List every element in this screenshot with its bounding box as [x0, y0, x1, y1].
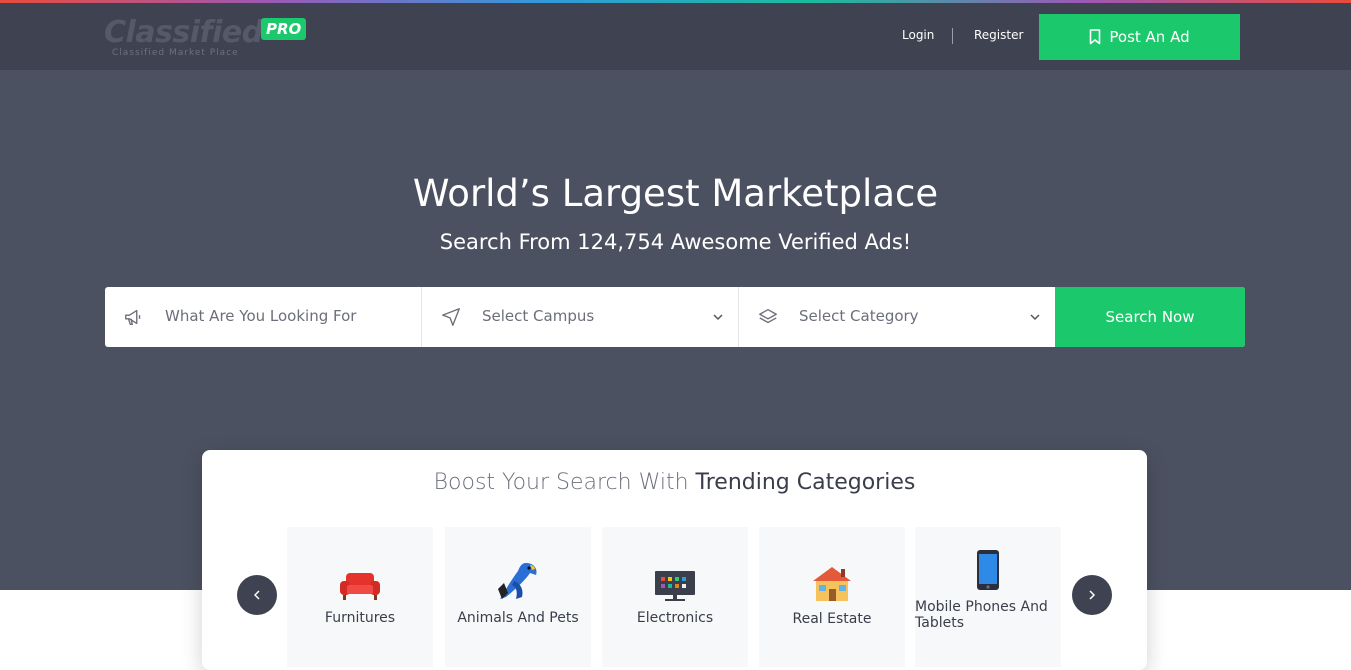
category-tile-real-estate[interactable]: Real Estate: [759, 527, 905, 667]
category-tile-mobile-phones[interactable]: Mobile Phones And Tablets: [915, 527, 1061, 667]
category-tile-electronics[interactable]: Electronics: [602, 527, 748, 667]
campus-select-value: Select Campus: [482, 307, 595, 325]
megaphone-icon: [125, 309, 141, 326]
carousel-prev-button[interactable]: [237, 575, 277, 615]
house-icon: [813, 567, 851, 601]
chevron-down-icon: [1030, 314, 1040, 321]
hero-title: World’s Largest Marketplace: [412, 172, 939, 215]
layers-icon: [759, 308, 777, 324]
chevron-left-icon: [253, 590, 260, 600]
sofa-icon: [340, 573, 380, 600]
register-link[interactable]: Register: [974, 28, 1023, 42]
category-tile-furnitures[interactable]: Furnitures: [287, 527, 433, 667]
smartphone-icon: [977, 550, 999, 590]
category-select[interactable]: Select Category: [739, 287, 1055, 347]
trending-title: Boost Your Search With Trending Categori…: [202, 470, 1147, 495]
site-header: Classified PRO Classified Market Place L…: [0, 3, 1351, 70]
nav-divider: [952, 28, 953, 44]
category-label: Furnitures: [324, 610, 396, 626]
search-bar: What Are You Looking For Select Campus S…: [105, 287, 1245, 347]
logo-badge: PRO: [261, 18, 307, 40]
category-tile-animals[interactable]: Animals And Pets: [445, 527, 591, 667]
hero-subtitle: Search From 124,754 Awesome Verified Ads…: [439, 230, 912, 254]
category-label: Mobile Phones And Tablets: [915, 599, 1048, 631]
category-label: Real Estate: [792, 611, 872, 627]
parrot-icon: [498, 563, 537, 599]
logo[interactable]: Classified: [104, 15, 263, 50]
monitor-icon: [655, 571, 695, 601]
category-select-value: Select Category: [799, 307, 919, 325]
trending-categories-card: Boost Your Search With Trending Categori…: [202, 450, 1147, 670]
chevron-down-icon: [713, 314, 723, 321]
post-ad-label: Post An Ad: [1109, 28, 1190, 46]
keyword-input[interactable]: What Are You Looking For: [165, 307, 356, 325]
keyword-field[interactable]: What Are You Looking For: [105, 287, 422, 347]
logo-tagline: Classified Market Place: [112, 48, 239, 58]
location-arrow-icon: [442, 308, 460, 326]
trending-title-strong: Trending Categories: [695, 470, 916, 495]
bookmark-icon: [1090, 29, 1101, 45]
campus-select[interactable]: Select Campus: [422, 287, 739, 347]
login-link[interactable]: Login: [902, 28, 934, 42]
carousel-next-button[interactable]: [1072, 575, 1112, 615]
category-label: Electronics: [636, 610, 714, 626]
post-ad-button[interactable]: Post An Ad: [1039, 14, 1240, 60]
search-now-button[interactable]: Search Now: [1055, 287, 1245, 347]
category-label: Animals And Pets: [457, 610, 579, 626]
chevron-right-icon: [1089, 590, 1096, 600]
trending-title-light: Boost Your Search With: [433, 470, 696, 495]
